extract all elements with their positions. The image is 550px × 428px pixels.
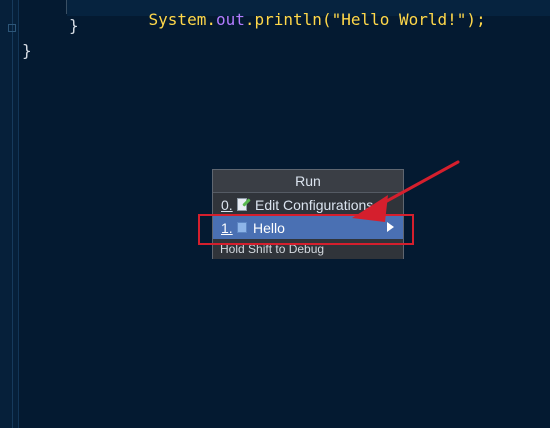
annotation-arrow-icon [352,160,460,222]
